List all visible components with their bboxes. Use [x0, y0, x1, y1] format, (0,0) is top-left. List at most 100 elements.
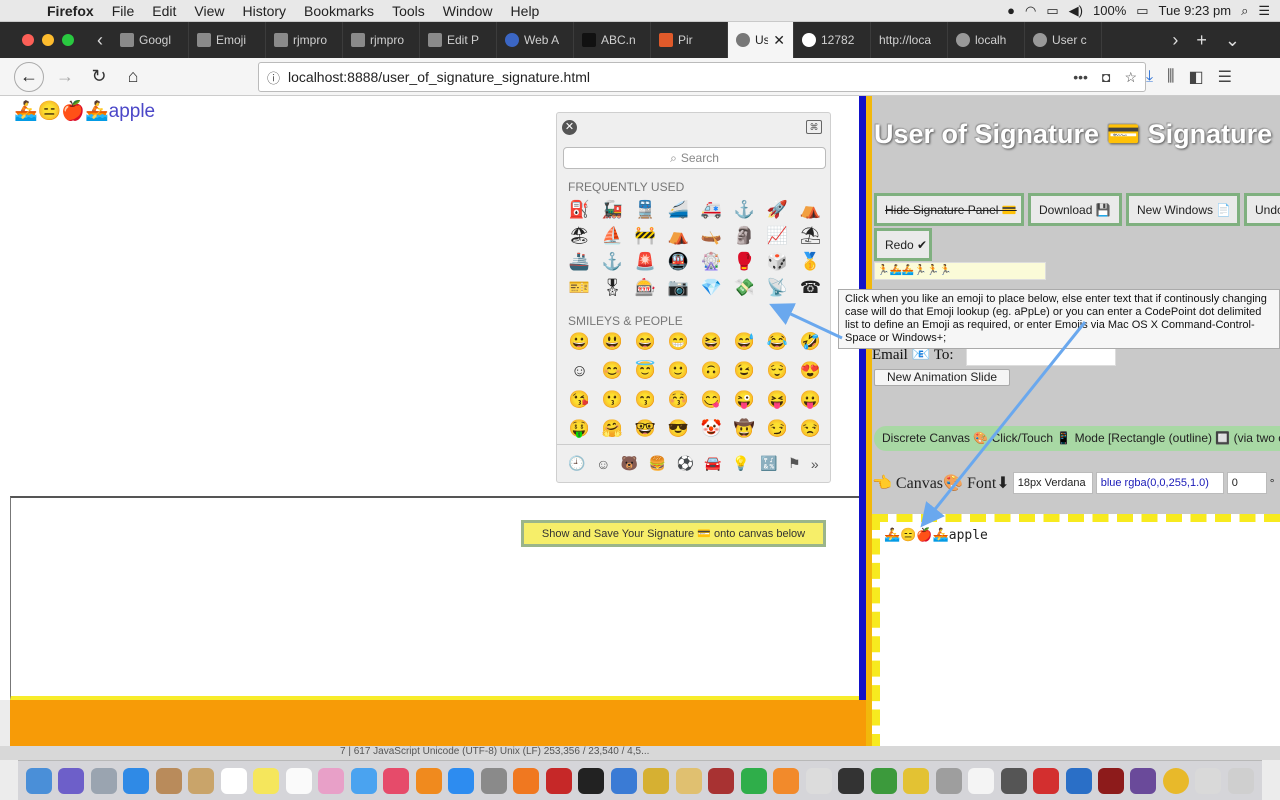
tab[interactable]: rjmpro [343, 22, 420, 58]
frequent-emoji[interactable]: ⛵ [596, 223, 629, 249]
smiley-emoji[interactable]: 😃 [596, 329, 629, 355]
frequent-emoji[interactable]: 🛶 [695, 223, 728, 249]
menu-help[interactable]: Help [502, 3, 549, 19]
display-icon[interactable]: ▭ [1046, 3, 1058, 19]
frequent-emoji[interactable]: ☎ [794, 275, 827, 301]
clock[interactable]: Tue 9:23 pm [1159, 3, 1232, 18]
battery-icon[interactable]: ▭ [1136, 3, 1148, 19]
emoji-category-tab-icon[interactable]: 🍔 [649, 455, 666, 472]
reminders-icon[interactable] [285, 767, 312, 794]
sidebar-icon[interactable]: ◧ [1188, 67, 1203, 87]
reload-button[interactable]: ↻ [82, 66, 116, 87]
trash-icon[interactable] [1227, 767, 1254, 794]
smiley-emoji[interactable]: 🤡 [695, 416, 728, 442]
android-studio-icon[interactable] [870, 767, 897, 794]
emoji-category-tab-icon[interactable]: ☺ [596, 456, 610, 472]
frequent-emoji[interactable]: ⛽ [563, 197, 596, 223]
downloads-stack-icon[interactable] [1195, 767, 1222, 794]
drawing-canvas[interactable]: 🚣😑🍎🚣apple [872, 514, 1280, 750]
frequent-emoji[interactable]: 🚀 [761, 197, 794, 223]
tab[interactable]: Emoji [189, 22, 266, 58]
tab[interactable]: localh [948, 22, 1025, 58]
smiley-emoji[interactable]: 😘 [563, 387, 596, 413]
frequent-emoji[interactable]: 🥊 [728, 249, 761, 275]
smiley-emoji[interactable]: 😜 [728, 387, 761, 413]
menu-edit[interactable]: Edit [143, 3, 185, 19]
ai-app-icon[interactable] [773, 767, 800, 794]
menu-tools[interactable]: Tools [383, 3, 434, 19]
frequent-emoji[interactable]: 🚨 [629, 249, 662, 275]
tabs-scroll-left-icon[interactable]: ‹ [88, 30, 112, 51]
smiley-emoji[interactable]: 🤑 [563, 416, 596, 442]
tab[interactable]: ABC.n [574, 22, 651, 58]
smiley-emoji[interactable]: 😋 [695, 387, 728, 413]
smiley-emoji[interactable]: 😎 [662, 416, 695, 442]
tab[interactable]: Pir [651, 22, 728, 58]
frequent-emoji[interactable]: 🚂 [596, 197, 629, 223]
url-text[interactable]: localhost:8888/user_of_signature_signatu… [288, 69, 590, 85]
android-icon[interactable] [903, 767, 930, 794]
emoji-category-tab-icon[interactable]: ⚽ [677, 455, 694, 472]
frequent-emoji[interactable]: ⛺ [794, 197, 827, 223]
xcode-icon[interactable] [610, 767, 637, 794]
installer-icon[interactable] [675, 767, 702, 794]
smiley-emoji[interactable]: 😆 [695, 329, 728, 355]
back-button[interactable]: ← [14, 61, 44, 92]
downloads-icon[interactable]: ⤓ [1146, 68, 1153, 86]
forward-button[interactable]: → [48, 66, 82, 87]
bookmark-star-icon[interactable]: ☆ [1124, 69, 1137, 86]
opera-icon[interactable] [1033, 767, 1060, 794]
frequent-emoji[interactable]: 🎲 [761, 249, 794, 275]
close-tab-icon[interactable]: ✕ [773, 32, 785, 49]
safari-icon[interactable] [123, 767, 150, 794]
frequent-emoji[interactable]: 💸 [728, 275, 761, 301]
frequent-emoji[interactable]: 🎖 [596, 275, 629, 301]
pocket-icon[interactable]: ◘ [1102, 69, 1110, 86]
messages-icon[interactable] [350, 767, 377, 794]
filezilla-icon[interactable] [545, 767, 572, 794]
tab[interactable]: Edit P [420, 22, 497, 58]
frequent-emoji[interactable]: 🚑 [695, 197, 728, 223]
frequent-emoji[interactable]: 🎫 [563, 275, 596, 301]
new-animation-slide-button[interactable]: New Animation Slide [874, 369, 1011, 386]
show-save-signature-button[interactable]: Show and Save Your Signature 💳 onto canv… [521, 520, 826, 547]
smiley-emoji[interactable]: 😗 [596, 387, 629, 413]
menu-bookmarks[interactable]: Bookmarks [295, 3, 383, 19]
close-picker-icon[interactable]: ✕ [562, 120, 577, 135]
hide-signature-panel-button[interactable]: Hide Signature Panel 💳 [874, 193, 1024, 226]
smiley-emoji[interactable]: 🤠 [728, 416, 761, 442]
emoji-text-input[interactable]: 🏃🚣🚣🏃🏃🏃 [874, 262, 1046, 280]
tabs-scroll-right-icon[interactable]: › [1172, 30, 1178, 51]
frequent-emoji[interactable]: 📈 [761, 223, 794, 249]
frequent-emoji[interactable]: 🗿 [728, 223, 761, 249]
music-icon[interactable] [383, 767, 410, 794]
vscode-icon[interactable] [1065, 767, 1092, 794]
stickies-icon[interactable] [253, 767, 280, 794]
smiley-emoji[interactable]: 😒 [794, 416, 827, 442]
frequent-emoji[interactable]: 📷 [662, 275, 695, 301]
calendar-icon[interactable] [220, 767, 247, 794]
close-window-button[interactable] [22, 34, 34, 46]
zoom-window-button[interactable] [62, 34, 74, 46]
contacts-icon[interactable] [155, 767, 182, 794]
smiley-emoji[interactable]: 🤓 [629, 416, 662, 442]
frequent-emoji[interactable]: 🚆 [629, 197, 662, 223]
frequent-emoji[interactable]: 🚧 [629, 223, 662, 249]
books-icon[interactable] [415, 767, 442, 794]
undo-button[interactable]: Undo [1244, 193, 1280, 226]
new-windows-button[interactable]: New Windows 📄 [1126, 193, 1240, 226]
finder-icon[interactable] [26, 767, 52, 794]
emoji-category-tab-icon[interactable]: 💡 [732, 455, 749, 472]
status-app-icon[interactable]: ● [1007, 3, 1015, 18]
list-all-tabs-icon[interactable]: ⌄ [1225, 30, 1240, 51]
emoji-category-tab-icon[interactable]: 🐻 [621, 455, 638, 472]
smiley-emoji[interactable]: 🤣 [794, 329, 827, 355]
emoji-category-tab-icon[interactable]: 🚘 [704, 455, 721, 472]
smiley-emoji[interactable]: 😏 [761, 416, 794, 442]
menu-history[interactable]: History [233, 3, 295, 19]
launchpad-icon[interactable] [90, 767, 117, 794]
emoji-category-tab-icon[interactable]: ⚑ [788, 455, 801, 472]
frequent-emoji[interactable]: ⛱ [794, 223, 827, 249]
tab[interactable]: rjmpro [266, 22, 343, 58]
home-button[interactable]: ⌂ [116, 66, 150, 87]
